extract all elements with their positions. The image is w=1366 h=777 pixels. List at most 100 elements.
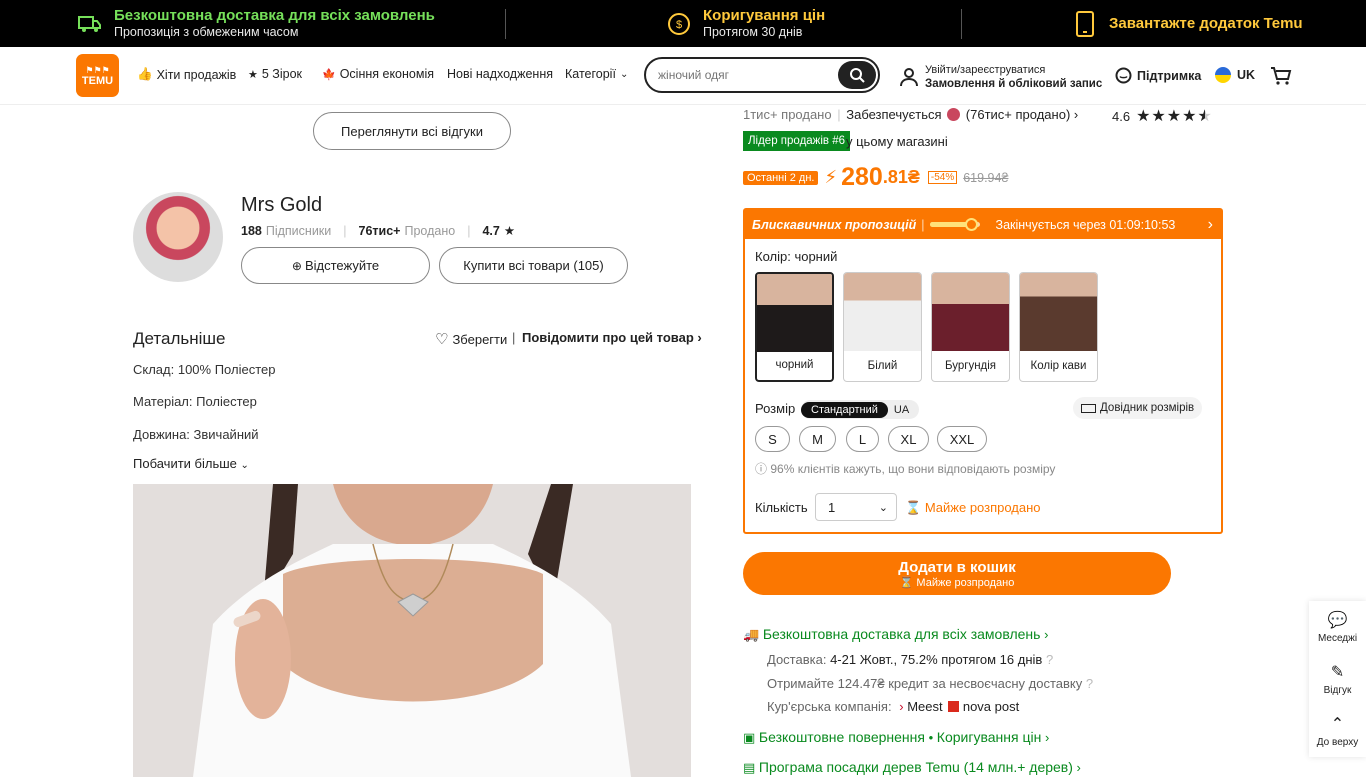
credit-text: Отримайте 124.47₴ кредит за несвоєчасну … [767, 676, 1083, 691]
color-name: Білий [867, 360, 898, 372]
phone-icon [1076, 10, 1094, 37]
help-icon[interactable]: ? [1086, 676, 1093, 691]
color-option-black[interactable]: чорний [755, 272, 834, 382]
edit-icon: ✎ [1330, 664, 1345, 681]
add-to-cart-label: Додати в кошик [898, 558, 1016, 576]
stat-divider: | [343, 223, 347, 238]
color-option-coffee[interactable]: Колір кави [1019, 272, 1098, 382]
store-stats: 188 Підписники | 76тис+ Продано | 4.7 ★ [241, 223, 515, 239]
save-button[interactable]: ♡ Зберегти [435, 330, 507, 348]
size-option-xxl[interactable]: XXL [937, 426, 987, 452]
chevron-right-icon: › [1044, 730, 1050, 745]
flash-progress-track [929, 218, 980, 231]
followers-label: Підписники [265, 223, 332, 238]
nav-new-arrivals[interactable]: Нові надходження [447, 67, 553, 81]
details-title: Детальніше [133, 329, 226, 348]
help-icon[interactable]: ? [1046, 652, 1053, 667]
nav-five-stars[interactable]: ★ 5 Зірок [248, 67, 302, 81]
color-option-burgundy[interactable]: Бургундія [931, 272, 1010, 382]
follow-label: Відстежуйте [304, 258, 380, 273]
delivery-estimate: Доставка: 4-21 Жовт., 75.2% протягом 16 … [767, 652, 1053, 667]
search-button[interactable] [838, 61, 876, 89]
messages-label: Меседжі [1317, 633, 1358, 644]
courier-companies: Кур'єрська компанія: › Meest nova post [767, 699, 1019, 714]
size-ua-tab[interactable]: UA [888, 402, 919, 418]
free-shipping-label: Безкоштовна доставка для всіх замовлень [762, 626, 1041, 642]
quantity-select[interactable]: 1 ⌄ [815, 493, 897, 521]
info-icon: ⓘ [755, 462, 768, 476]
tree-icon: ▤ [743, 760, 756, 775]
sold-label: Продано [404, 223, 456, 238]
product-photo[interactable] [133, 484, 691, 777]
meest-logo-icon: › [899, 699, 904, 714]
side-toolbar: 💬 Меседжі ✎ Відгук ⌃ До верху [1309, 601, 1366, 757]
chevron-right-icon: › [1207, 215, 1213, 233]
tree-planting-link[interactable]: ▤ Програма посадки дерев Temu (14 млн.+ … [743, 759, 1081, 776]
color-option-white[interactable]: Білий [843, 272, 922, 382]
size-standard-tab[interactable]: Стандартний [801, 401, 888, 418]
nav-autumn-savings[interactable]: 🍁 Осіння економія [322, 67, 434, 81]
heart-icon: ♡ [435, 331, 449, 348]
promo-shipping-title: Безкоштовна доставка для всіх замовлень [114, 7, 435, 24]
temu-logo[interactable]: ⚑⚑⚑ TEMU [76, 54, 119, 97]
lightning-icon: ⚡ [824, 167, 838, 187]
free-shipping-link[interactable]: 🚚 Безкоштовна доставка для всіх замовлен… [743, 626, 1048, 643]
size-option-xl[interactable]: XL [888, 426, 929, 452]
courier-meest: Meest [907, 699, 943, 714]
feedback-button[interactable]: ✎ Відгук [1309, 653, 1366, 705]
nav-categories[interactable]: Категорії ⌄ [565, 67, 628, 81]
size-option-m[interactable]: M [799, 426, 836, 452]
messages-button[interactable]: 💬 Меседжі [1309, 601, 1366, 653]
fit-note-text: 96% клієнтів кажуть, що вони відповідают… [770, 462, 1056, 476]
color-label: Колір: чорний [755, 249, 838, 264]
returns-price-adjust-link[interactable]: ▣ Безкоштовне повернення • Коригування ц… [743, 729, 1049, 746]
store-name[interactable]: Mrs Gold [241, 194, 322, 217]
size-label: Розмір [755, 401, 796, 416]
store-mini-avatar [947, 108, 961, 121]
buy-all-products-button[interactable]: Купити всі товари (105) [439, 247, 628, 284]
add-to-cart-button[interactable]: Додати в кошик ⌛ Майже розпродано [743, 552, 1171, 595]
size-option-s[interactable]: S [755, 426, 790, 452]
back-to-top-button[interactable]: ⌃ До верху [1309, 705, 1366, 757]
nav-label: Хіти продажів [156, 67, 237, 82]
fit-note: ⓘ 96% клієнтів кажуть, що вони відповіда… [755, 460, 1055, 477]
flash-deal-header[interactable]: Блискавичних пропозицій | Закінчується ч… [745, 210, 1221, 239]
see-more-link[interactable]: Побачити більше ⌄ [133, 456, 249, 471]
secured-label: Забезпечується [846, 107, 942, 122]
account-menu[interactable]: Увійти/зареєструватися Замовлення й облі… [900, 63, 1102, 91]
nav-bestsellers[interactable]: 👍 Хіти продажів [137, 67, 236, 82]
report-item-link[interactable]: Повідомити про цей товар › [522, 330, 702, 345]
search-input[interactable] [658, 68, 838, 82]
color-name: Колір кави [1030, 360, 1087, 372]
promo-app-download[interactable]: Завантажте додаток Temu [1075, 0, 1303, 47]
promo-divider [505, 9, 506, 39]
size-option-l[interactable]: L [846, 426, 879, 452]
follow-store-button[interactable]: ⊕ Відстежуйте [241, 247, 430, 284]
price-main: 280 [841, 163, 883, 191]
view-all-reviews-button[interactable]: Переглянути всі відгуки [313, 112, 511, 150]
secured-sold: (76тис+ продано) [965, 107, 1071, 122]
size-guide-button[interactable]: Довідник розмірів [1073, 397, 1203, 419]
promo-price-adjust[interactable]: $ Коригування цін Протягом 30 днів [667, 0, 825, 47]
product-sold: 1тис+ продано [743, 107, 832, 122]
cart-icon[interactable] [1270, 66, 1292, 86]
promo-free-shipping[interactable]: Безкоштовна доставка для всіх замовлень … [78, 0, 435, 47]
language-selector[interactable]: UK [1215, 67, 1255, 83]
product-sold-summary[interactable]: 1тис+ продано | Забезпечується (76тис+ п… [743, 107, 1078, 122]
store-avatar[interactable] [133, 192, 223, 282]
promo-divider [961, 9, 962, 39]
see-more-label: Побачити більше [133, 456, 237, 471]
delivery-label: Доставка: [767, 652, 827, 667]
stat-divider: | [467, 223, 471, 238]
detail-composition: Склад: 100% Поліестер [133, 362, 276, 377]
bestseller-suffix: у цьому магазині [846, 134, 948, 149]
chevron-right-icon: › [1073, 107, 1079, 122]
account-line2: Замовлення й обліковий запис [925, 78, 1103, 90]
support-link[interactable]: Підтримка [1115, 67, 1201, 84]
product-photo-illustration [133, 484, 691, 777]
detail-length: Довжина: Звичайний [133, 427, 259, 442]
bestseller-badge[interactable]: Лідер продажів #6 [743, 131, 851, 151]
chevron-down-icon: ⌄ [240, 460, 249, 471]
nav-label: Нові надходження [447, 67, 553, 81]
product-rating[interactable]: 4.6 ★★★★★★ [1112, 106, 1213, 126]
